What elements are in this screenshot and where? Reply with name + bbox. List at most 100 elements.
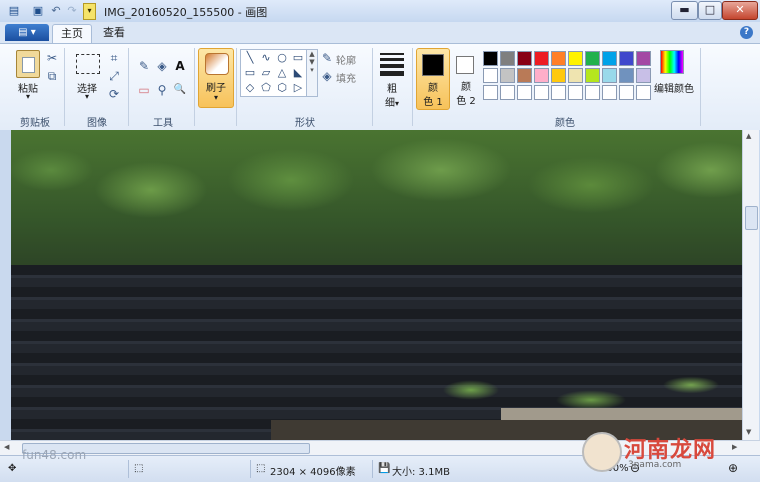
shape-triangle[interactable]: △	[275, 66, 289, 79]
shape-rectangle[interactable]: ▭	[291, 51, 305, 64]
pencil-icon[interactable]: ✎	[136, 58, 152, 74]
palette-swatch[interactable]	[619, 68, 634, 83]
text-tool-icon[interactable]: A	[172, 58, 188, 74]
palette-swatch[interactable]	[517, 68, 532, 83]
palette-swatch[interactable]	[568, 51, 583, 66]
shape-right-triangle[interactable]: ◣	[291, 66, 305, 79]
palette-swatch[interactable]	[636, 51, 651, 66]
magnifier-icon[interactable]: 🔍	[172, 82, 188, 98]
palette-swatch[interactable]	[585, 68, 600, 83]
palette-swatch[interactable]	[636, 85, 651, 100]
palette-swatch[interactable]	[602, 51, 617, 66]
shape-oval[interactable]: ○	[275, 51, 289, 64]
color1-swatch	[422, 54, 444, 76]
brushes-dropdown-arrow: ▾	[213, 93, 218, 102]
palette-swatch[interactable]	[602, 68, 617, 83]
paste-icon[interactable]	[16, 50, 40, 78]
palette-swatch[interactable]	[534, 51, 549, 66]
palette-swatch[interactable]	[619, 51, 634, 66]
crop-icon[interactable]: ⌗	[106, 50, 122, 66]
palette-swatch[interactable]	[551, 68, 566, 83]
palette-swatch[interactable]	[568, 68, 583, 83]
outline-button[interactable]: 轮廓	[336, 52, 356, 67]
brushes-button[interactable]: 刷子 ▾	[198, 48, 234, 108]
size-icon[interactable]	[380, 53, 404, 79]
image-dimensions-icon: ⬚	[256, 463, 266, 474]
group-label-image: 图像	[87, 118, 107, 129]
selection-size-icon: ⬚	[134, 463, 144, 474]
fill-icon[interactable]: ◈	[320, 68, 334, 84]
shape-diamond[interactable]: ◇	[243, 81, 257, 94]
palette-swatch[interactable]	[585, 85, 600, 100]
palette-swatch[interactable]	[517, 51, 532, 66]
shape-line[interactable]: ╲	[243, 51, 257, 64]
select-icon[interactable]	[76, 54, 100, 74]
size-label-bottom[interactable]: 细▾	[374, 94, 410, 109]
outline-icon[interactable]: ✎	[320, 50, 334, 66]
color2-button[interactable]: 颜 色 2	[451, 48, 481, 108]
color1-label-top: 颜	[428, 83, 438, 94]
minimize-button[interactable]: ▬	[671, 1, 698, 20]
save-icon[interactable]: ▣	[30, 3, 46, 19]
help-icon[interactable]: ?	[740, 26, 753, 39]
shape-hexagon[interactable]: ⬡	[275, 81, 289, 94]
palette-swatch[interactable]	[483, 68, 498, 83]
palette-swatch[interactable]	[602, 85, 617, 100]
palette-swatch[interactable]	[534, 68, 549, 83]
palette-swatch[interactable]	[500, 68, 515, 83]
vertical-scroll-thumb[interactable]	[745, 206, 758, 230]
eraser-icon[interactable]: ▭	[136, 82, 152, 98]
maximize-button[interactable]: □	[698, 1, 722, 20]
shapes-gallery[interactable]: ╲ ∿ ○ ▭ ▭ ▱ △ ◣ ◇ ⬠ ⬡ ▷	[240, 49, 308, 97]
copy-icon[interactable]: ⧉	[44, 68, 60, 84]
shape-arrow-right[interactable]: ▷	[291, 81, 305, 94]
shape-curve[interactable]: ∿	[259, 51, 273, 64]
watermark-left: fun48.com	[22, 448, 87, 462]
palette-swatch[interactable]	[534, 85, 549, 100]
status-divider	[372, 460, 373, 478]
tab-view[interactable]: 查看	[96, 24, 132, 43]
size-label-top[interactable]: 粗	[378, 80, 406, 95]
palette-swatch[interactable]	[500, 51, 515, 66]
chevron-down-icon[interactable]: ▾	[83, 3, 96, 20]
shape-pentagon[interactable]: ⬠	[259, 81, 273, 94]
palette-swatch[interactable]	[636, 68, 651, 83]
vertical-scrollbar[interactable]: ▲ ▼	[742, 130, 759, 440]
fill-bucket-icon[interactable]: ◈	[154, 58, 170, 74]
scroll-left-arrow[interactable]: ◀	[4, 443, 9, 451]
select-dropdown-arrow[interactable]: ▾	[72, 92, 102, 101]
cut-icon[interactable]: ✂	[44, 50, 60, 66]
rotate-icon[interactable]: ⟳	[106, 86, 122, 102]
workspace: ▲ ▼	[0, 130, 760, 440]
palette-swatch[interactable]	[619, 85, 634, 100]
edit-colors-icon[interactable]	[660, 50, 684, 74]
image-canvas[interactable]	[11, 130, 742, 440]
palette-swatch[interactable]	[483, 85, 498, 100]
color-picker-icon[interactable]: ⚲	[154, 82, 170, 98]
palette-swatch[interactable]	[517, 85, 532, 100]
palette-swatch[interactable]	[551, 85, 566, 100]
palette-swatch[interactable]	[551, 51, 566, 66]
palette-swatch[interactable]	[568, 85, 583, 100]
paint-app-icon[interactable]: ▤	[4, 3, 24, 19]
close-button[interactable]: ✕	[722, 1, 758, 20]
image-dimensions: 2304 × 4096像素	[270, 467, 356, 478]
color1-button[interactable]: 颜 色 1	[416, 48, 450, 110]
palette-swatch[interactable]	[483, 51, 498, 66]
palette-swatch[interactable]	[585, 51, 600, 66]
shape-rounded-rectangle[interactable]: ▭	[243, 66, 257, 79]
tab-home[interactable]: 主页	[52, 24, 92, 44]
resize-icon[interactable]: ⤢	[106, 68, 122, 84]
edit-colors-button[interactable]: 编辑颜色	[654, 80, 694, 95]
shapes-gallery-scroll[interactable]: ▲ ▼ ▾	[306, 49, 318, 97]
fill-button[interactable]: 填充	[336, 70, 356, 85]
palette-swatch[interactable]	[500, 85, 515, 100]
redo-icon[interactable]: ↷	[64, 3, 80, 19]
undo-icon[interactable]: ↶	[48, 3, 64, 19]
watermark-right-url: 3nama.com	[628, 460, 682, 470]
shape-polygon[interactable]: ▱	[259, 66, 273, 79]
paste-dropdown-arrow[interactable]: ▾	[14, 92, 42, 101]
size-label-bottom-text: 细	[384, 98, 395, 109]
file-menu-button[interactable]: ▤ ▾	[5, 24, 49, 41]
scroll-up-arrow[interactable]: ▲	[746, 132, 751, 140]
